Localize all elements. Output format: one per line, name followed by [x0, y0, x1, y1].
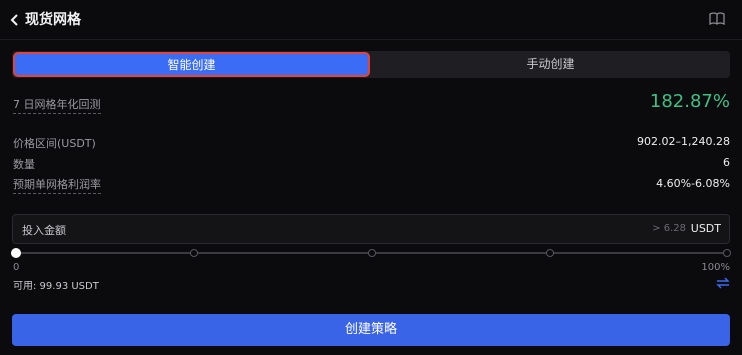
amount-unit: USDT: [690, 222, 721, 235]
profit-rate-value: 4.60%-6.08%: [656, 177, 730, 190]
profit-rate-label: 预期单网格利润率: [13, 176, 101, 194]
amount-placeholder: 投入金额: [22, 224, 66, 237]
slider-node[interactable]: [546, 249, 554, 257]
price-range-label: 价格区间(USDT): [13, 137, 96, 150]
backtest-value: 182.87%: [649, 91, 730, 112]
investment-amount-input[interactable]: 投入金额 > 6.28 USDT: [12, 214, 730, 244]
price-range-value: 902.02–1,240.28: [637, 135, 730, 148]
grid-count-value: 6: [723, 156, 730, 169]
slider-max-label: 100%: [701, 262, 730, 273]
tab-manual-create[interactable]: 手动创建: [371, 51, 730, 78]
page-title: 现货网格: [25, 12, 81, 28]
tab-smart-create[interactable]: 智能创建: [13, 52, 370, 77]
backtest-label: 7 日网格年化回测: [13, 96, 101, 114]
creation-mode-tabs: 智能创建 手动创建: [12, 51, 730, 78]
book-icon[interactable]: [709, 12, 725, 26]
available-balance: 可用: 99.93 USDT: [13, 281, 99, 292]
slider-thumb[interactable]: [11, 248, 21, 258]
chevron-left-icon[interactable]: [9, 12, 21, 28]
slider-min-label: 0: [13, 262, 20, 273]
grid-count-label: 数量: [13, 158, 35, 171]
create-strategy-button[interactable]: 创建策略: [12, 314, 730, 346]
header: 现货网格: [0, 0, 742, 40]
slider-node[interactable]: [723, 249, 731, 257]
amount-minimum: > 6.28: [652, 223, 686, 234]
slider-node[interactable]: [190, 249, 198, 257]
slider-node[interactable]: [368, 249, 376, 257]
swap-icon[interactable]: [716, 277, 730, 289]
